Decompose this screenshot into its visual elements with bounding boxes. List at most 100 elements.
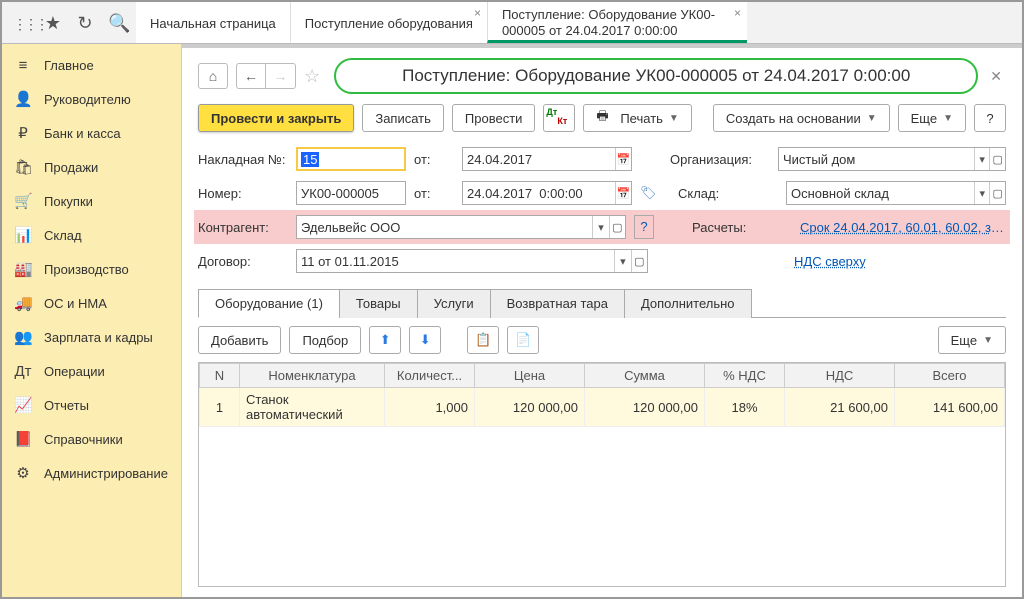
sidebar-item-6[interactable]: 🏭Производство (2, 252, 181, 286)
dogovor-select[interactable]: ▾▢ (296, 249, 648, 273)
home-button[interactable]: ⌂ (198, 63, 228, 89)
tab-close-icon[interactable]: × (474, 6, 481, 20)
tab-close-icon[interactable]: × (734, 6, 741, 20)
ot-label-2: от: (414, 186, 454, 201)
number-label: Номер: (198, 186, 288, 201)
print-button[interactable]: 🖶 Печать▼ (583, 104, 691, 132)
sidebar-icon: 👥 (14, 328, 32, 346)
post-and-close-button[interactable]: Провести и закрыть (198, 104, 354, 132)
sidebar-item-4[interactable]: 🛒Покупки (2, 184, 181, 218)
raschet-link[interactable]: Срок 24.04.2017, 60.01, 60.02, зачет ... (800, 220, 1006, 235)
grid-toolbar: Добавить Подбор ⬆ ⬇ 📋 📄 Еще▼ (182, 318, 1022, 362)
sidebar-icon: 🛒 (14, 192, 32, 210)
copy-button[interactable]: 📋 (467, 326, 499, 354)
col-header[interactable]: НДС (785, 364, 895, 388)
nakladnaya-label: Накладная №: (198, 152, 288, 167)
sidebar-item-1[interactable]: 👤Руководителю (2, 82, 181, 116)
col-header[interactable]: N (200, 364, 240, 388)
tab-2[interactable]: Поступление: Оборудование УК00-000005 от… (487, 2, 747, 43)
chevron-down-icon[interactable]: ▾ (974, 182, 990, 204)
open-icon[interactable]: ▢ (609, 216, 625, 238)
dtkt-icon (549, 110, 569, 126)
help-button[interactable]: ? (974, 104, 1006, 132)
number-date-input[interactable]: 📅 (462, 181, 632, 205)
calendar-icon[interactable]: 📅 (615, 148, 631, 170)
sidebar-icon: ≡ (14, 57, 32, 74)
col-header[interactable]: Цена (475, 364, 585, 388)
open-icon[interactable]: ▢ (989, 182, 1005, 204)
nds-link[interactable]: НДС сверху (794, 254, 866, 269)
history-icon[interactable]: ↻ (76, 14, 94, 32)
attach-icon[interactable]: 🏷 (640, 185, 660, 201)
open-icon[interactable]: ▢ (631, 250, 647, 272)
back-button[interactable]: ← (236, 63, 266, 89)
col-header[interactable]: Сумма (585, 364, 705, 388)
col-header[interactable]: Номенклатура (240, 364, 385, 388)
sidebar-item-7[interactable]: 🚚ОС и НМА (2, 286, 181, 320)
col-header[interactable]: Количест... (385, 364, 475, 388)
col-header[interactable]: % НДС (705, 364, 785, 388)
post-button[interactable]: Провести (452, 104, 536, 132)
grid-more-button[interactable]: Еще▼ (938, 326, 1006, 354)
sklad-select[interactable]: ▾▢ (786, 181, 1006, 205)
nakladnaya-input[interactable]: 15 (296, 147, 406, 171)
sidebar-label: Отчеты (44, 398, 89, 413)
write-button[interactable]: Записать (362, 104, 444, 132)
nakladnaya-date-input[interactable]: 📅 (462, 147, 632, 171)
paste-button[interactable]: 📄 (507, 326, 539, 354)
star-icon[interactable]: ★ (44, 14, 62, 32)
sidebar-icon: Дт (14, 363, 32, 380)
inner-tab-0[interactable]: Оборудование (1) (198, 289, 340, 318)
sidebar-label: Зарплата и кадры (44, 330, 153, 345)
table-row[interactable]: 1Станок автоматический1,000120 000,00120… (200, 388, 1005, 427)
more-button[interactable]: Еще▼ (898, 104, 966, 132)
cell: Станок автоматический (240, 388, 385, 427)
chevron-down-icon[interactable]: ▾ (614, 250, 630, 272)
doc-toolbar: Провести и закрыть Записать Провести 🖶 П… (182, 100, 1022, 142)
sidebar-label: Справочники (44, 432, 123, 447)
tab-0[interactable]: Начальная страница (136, 2, 290, 43)
close-icon[interactable]: ✕ (986, 68, 1006, 85)
inner-tab-3[interactable]: Возвратная тара (490, 289, 625, 318)
pick-button[interactable]: Подбор (289, 326, 361, 354)
sidebar-item-11[interactable]: 📕Справочники (2, 422, 181, 456)
sidebar-item-0[interactable]: ≡Главное (2, 48, 181, 82)
sidebar-icon: ₽ (14, 124, 32, 142)
sidebar-item-8[interactable]: 👥 Зарплата и кадры (2, 320, 181, 354)
kontragent-select[interactable]: ▾▢ (296, 215, 626, 239)
apps-icon[interactable] (12, 14, 30, 32)
col-header[interactable]: Всего (895, 364, 1005, 388)
cell: 18% (705, 388, 785, 427)
chevron-down-icon[interactable]: ▾ (974, 148, 990, 170)
favorite-icon[interactable]: ☆ (304, 66, 320, 87)
forward-button[interactable]: → (266, 63, 296, 89)
help-icon[interactable]: ? (634, 215, 654, 239)
number-input[interactable] (296, 181, 406, 205)
move-down-button[interactable]: ⬇ (409, 326, 441, 354)
dogovor-label: Договор: (198, 254, 288, 269)
org-select[interactable]: ▾▢ (778, 147, 1006, 171)
cell: 120 000,00 (475, 388, 585, 427)
sidebar-item-12[interactable]: ⚙Администрирование (2, 456, 181, 490)
inner-tab-1[interactable]: Товары (339, 289, 418, 318)
search-icon[interactable]: 🔍 (108, 14, 126, 32)
sidebar-item-3[interactable]: 🛍Продажи (2, 150, 181, 184)
inner-tab-2[interactable]: Услуги (417, 289, 491, 318)
tab-1[interactable]: Поступление оборудования× (290, 2, 487, 43)
open-icon[interactable]: ▢ (989, 148, 1005, 170)
inner-tab-4[interactable]: Дополнительно (624, 289, 752, 318)
sidebar-icon: 👤 (14, 90, 32, 108)
move-up-button[interactable]: ⬆ (369, 326, 401, 354)
cell: 1,000 (385, 388, 475, 427)
sidebar-item-10[interactable]: 📈Отчеты (2, 388, 181, 422)
chevron-down-icon[interactable]: ▾ (592, 216, 608, 238)
sidebar-item-9[interactable]: ДтОперации (2, 354, 181, 388)
calendar-icon-2[interactable]: 📅 (615, 182, 631, 204)
add-button[interactable]: Добавить (198, 326, 281, 354)
sklad-label: Склад: (678, 186, 778, 201)
main-panel: ⌂ ← → ☆ Поступление: Оборудование УК00-0… (182, 44, 1022, 597)
sidebar-item-2[interactable]: ₽Банк и касса (2, 116, 181, 150)
create-based-button[interactable]: Создать на основании▼ (713, 104, 890, 132)
dtkt-button[interactable] (543, 104, 575, 132)
sidebar-item-5[interactable]: 📊Склад (2, 218, 181, 252)
